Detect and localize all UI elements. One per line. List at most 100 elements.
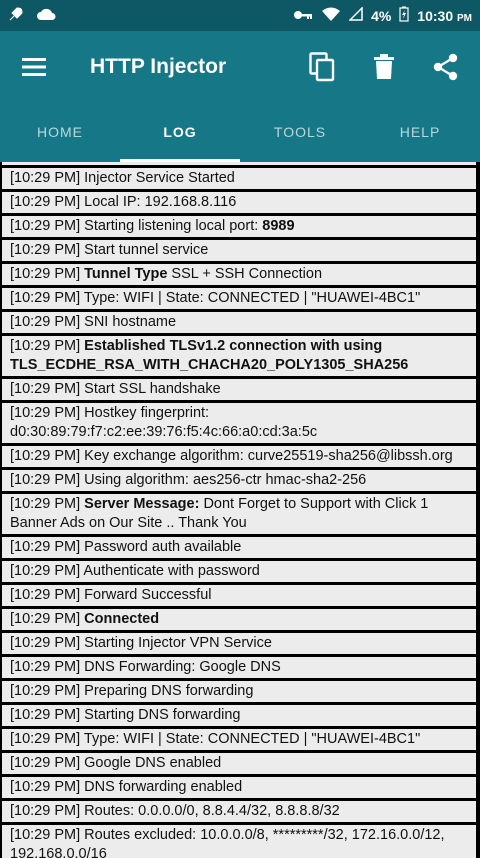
log-text: Forward Successful bbox=[84, 587, 212, 603]
delete-icon[interactable] bbox=[368, 51, 400, 83]
log-timestamp: [10:29 PM] bbox=[10, 381, 85, 397]
log-row: [10:29 PM] Connected bbox=[2, 609, 476, 630]
log-text: Starting DNS forwarding bbox=[84, 707, 241, 723]
log-row: [10:29 PM] Established TLSv1.2 connectio… bbox=[2, 336, 476, 376]
tab-home[interactable]: HOME bbox=[0, 102, 120, 162]
log-row: [10:29 PM] Starting DNS forwarding bbox=[2, 705, 476, 726]
log-timestamp: [10:29 PM] bbox=[10, 539, 85, 555]
cloud-icon bbox=[36, 7, 56, 24]
log-row: [10:29 PM] Type: WIFI | State: CONNECTED… bbox=[2, 288, 476, 309]
log-row: [10:29 PM] Server Message: Dont Forget t… bbox=[2, 494, 476, 534]
log-text: SSL + SSH Connection bbox=[167, 266, 323, 282]
log-text-bold: Server Message: bbox=[84, 496, 200, 512]
log-text: Type: WIFI | State: CONNECTED | "HUAWEI-… bbox=[83, 290, 421, 306]
log-timestamp: [10:29 PM] bbox=[10, 218, 85, 234]
log-timestamp: [10:29 PM] bbox=[10, 242, 85, 258]
log-text: Using algorithm: aes256-ctr hmac-sha2-25… bbox=[84, 472, 367, 488]
log-timestamp: [10:29 PM] bbox=[10, 683, 85, 699]
log-row: [10:29 PM] Key exchange algorithm: curve… bbox=[2, 446, 476, 467]
log-row: [10:29 PM] Start tunnel service bbox=[2, 240, 476, 261]
log-row: [10:29 PM] Tunnel Type SSL + SSH Connect… bbox=[2, 264, 476, 285]
app-toolbar: HTTP Injector bbox=[0, 31, 480, 102]
log-row: [10:29 PM] Injector Service Started bbox=[2, 168, 476, 189]
log-timestamp: [10:29 PM] bbox=[10, 405, 85, 421]
log-text: SNI hostname bbox=[84, 314, 177, 330]
log-text: Start tunnel service bbox=[84, 242, 209, 258]
menu-icon[interactable] bbox=[22, 53, 50, 81]
log-row: [10:29 PM] Starting Injector VPN Service bbox=[2, 633, 476, 654]
log-text: Authenticate with password bbox=[83, 563, 260, 579]
rocket-icon bbox=[8, 6, 24, 25]
log-text: Injector Service Started bbox=[84, 170, 235, 186]
log-row: [10:29 PM] SNI hostname bbox=[2, 312, 476, 333]
log-row: [10:29 PM] Google DNS enabled bbox=[2, 753, 476, 774]
log-timestamp: [10:29 PM] bbox=[10, 448, 85, 464]
app-title: HTTP Injector bbox=[90, 54, 227, 78]
log-timestamp: [10:29 PM] bbox=[10, 827, 85, 843]
share-icon[interactable] bbox=[430, 51, 462, 83]
log-timestamp: [10:29 PM] bbox=[10, 755, 85, 771]
tab-tools[interactable]: TOOLS bbox=[240, 102, 360, 162]
log-text: Password auth available bbox=[84, 539, 242, 555]
tab-log[interactable]: LOG bbox=[120, 102, 240, 162]
log-timestamp: [10:29 PM] bbox=[10, 170, 85, 186]
log-row: [10:29 PM] Hostkey fingerprint: d0:30:89… bbox=[2, 403, 476, 443]
tab-bar: HOME LOG TOOLS HELP bbox=[0, 102, 480, 162]
log-timestamp: [10:29 PM] bbox=[10, 587, 85, 603]
status-bar: 4% 10:30 PM bbox=[0, 0, 480, 31]
log-timestamp: [10:29 PM] bbox=[10, 707, 85, 723]
log-text: DNS Forwarding: Google DNS bbox=[84, 659, 281, 675]
log-timestamp: [10:29 PM] bbox=[10, 731, 84, 747]
log-text: Local IP: 192.168.8.116 bbox=[84, 194, 237, 210]
log-row: [10:29 PM] Using algorithm: aes256-ctr h… bbox=[2, 470, 476, 491]
log-row: [10:29 PM] Routes excluded: 10.0.0.0/8, … bbox=[2, 825, 476, 858]
log-row: [10:29 PM] Local IP: 192.168.8.116 bbox=[2, 192, 476, 213]
log-timestamp: [10:29 PM] bbox=[10, 803, 85, 819]
copy-icon[interactable] bbox=[306, 51, 338, 83]
log-list[interactable]: [10:29 PM] Injector Service Started [10:2… bbox=[0, 162, 480, 858]
log-timestamp: [10:29 PM] bbox=[10, 472, 85, 488]
log-text-bold: Tunnel Type bbox=[84, 266, 168, 282]
log-text: Preparing DNS forwarding bbox=[84, 683, 254, 699]
log-timestamp: [10:29 PM] bbox=[10, 290, 84, 306]
log-row: [10:29 PM] Type: WIFI | State: CONNECTED… bbox=[2, 729, 476, 750]
signal-icon bbox=[348, 6, 363, 24]
log-timestamp: [10:29 PM] bbox=[10, 563, 84, 579]
log-timestamp: [10:29 PM] bbox=[10, 659, 85, 675]
battery-level: 4% bbox=[371, 7, 392, 24]
tab-indicator bbox=[120, 159, 240, 162]
log-row: [10:29 PM] Start SSL handshake bbox=[2, 379, 476, 400]
tab-help[interactable]: HELP bbox=[360, 102, 480, 162]
log-row: [10:29 PM] Password auth available bbox=[2, 537, 476, 558]
log-row-partial bbox=[2, 162, 476, 165]
battery-icon bbox=[399, 6, 409, 25]
log-text: Routes: 0.0.0.0/0, 8.8.4.4/32, 8.8.8.8/3… bbox=[84, 803, 340, 819]
log-timestamp: [10:29 PM] bbox=[10, 635, 85, 651]
log-row: [10:29 PM] Forward Successful bbox=[2, 585, 476, 606]
log-text: Start SSL handshake bbox=[84, 381, 221, 397]
key-icon bbox=[293, 8, 313, 24]
wifi-icon bbox=[321, 6, 341, 25]
log-timestamp: [10:29 PM] bbox=[10, 338, 85, 354]
log-timestamp: [10:29 PM] bbox=[10, 496, 85, 512]
log-text: Starting Injector VPN Service bbox=[84, 635, 272, 651]
log-timestamp: [10:29 PM] bbox=[10, 611, 85, 627]
log-timestamp: [10:29 PM] bbox=[10, 314, 85, 330]
log-text-bold: 8989 bbox=[262, 218, 295, 234]
log-text: DNS forwarding enabled bbox=[84, 779, 243, 795]
log-text: Type: WIFI | State: CONNECTED | "HUAWEI-… bbox=[83, 731, 421, 747]
log-row: [10:29 PM] Preparing DNS forwarding bbox=[2, 681, 476, 702]
log-timestamp: [10:29 PM] bbox=[10, 194, 85, 210]
log-row: [10:29 PM] Authenticate with password bbox=[2, 561, 476, 582]
log-timestamp: [10:29 PM] bbox=[10, 779, 85, 795]
log-row: [10:29 PM] DNS forwarding enabled bbox=[2, 777, 476, 798]
log-row: [10:29 PM] Routes: 0.0.0.0/0, 8.8.4.4/32… bbox=[2, 801, 476, 822]
log-text: Google DNS enabled bbox=[84, 755, 222, 771]
clock-ampm: PM bbox=[457, 12, 472, 24]
log-row: [10:29 PM] Starting listening local port… bbox=[2, 216, 476, 237]
log-text: Starting listening local port: bbox=[84, 218, 263, 234]
log-text-bold: Connected bbox=[84, 611, 160, 627]
log-row: [10:29 PM] DNS Forwarding: Google DNS bbox=[2, 657, 476, 678]
log-timestamp: [10:29 PM] bbox=[10, 266, 85, 282]
clock-time: 10:30 bbox=[417, 7, 454, 24]
